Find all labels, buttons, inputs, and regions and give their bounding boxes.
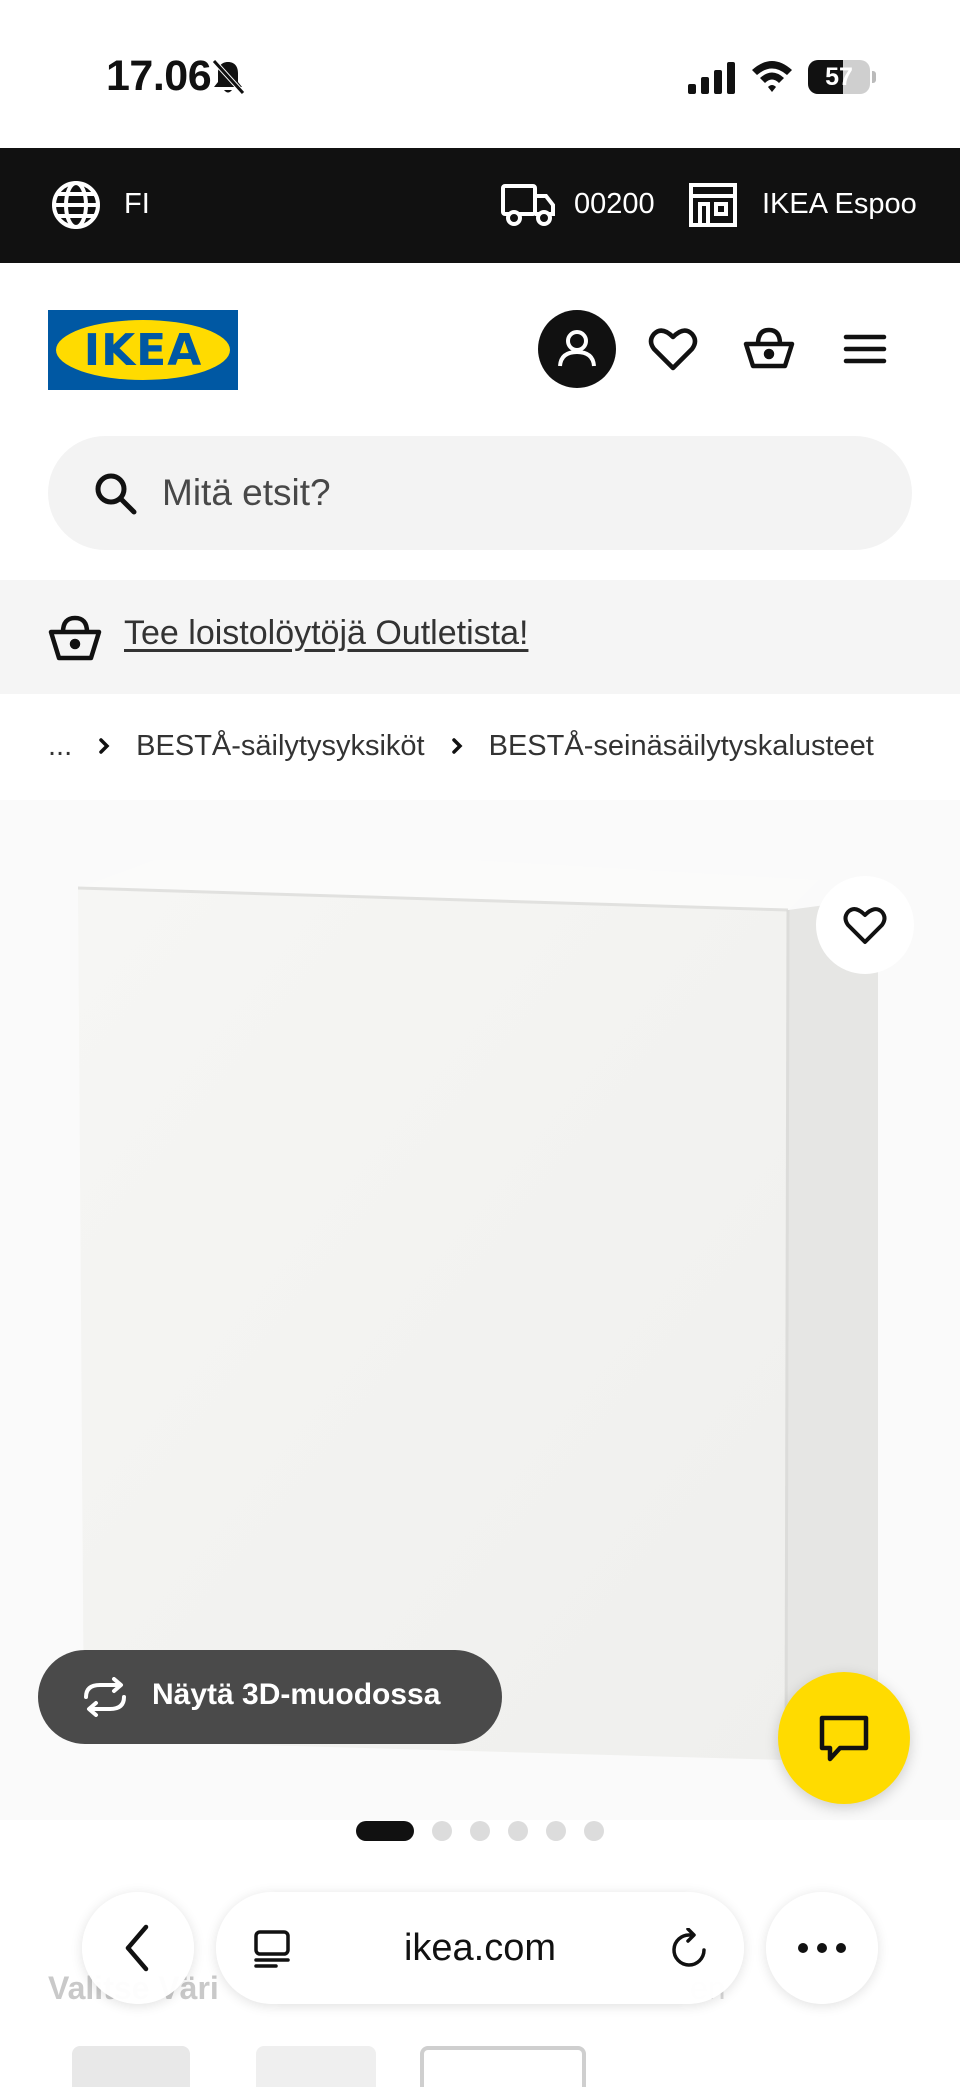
ellipsis-icon <box>798 1943 846 1953</box>
top-utility-bar: FI 00200 IKEA Espoo <box>0 148 960 263</box>
language-selector[interactable]: FI <box>124 188 150 221</box>
pagination-dot[interactable] <box>470 1821 490 1841</box>
status-time: 17.06 <box>106 52 212 100</box>
color-swatch-selected[interactable] <box>420 2046 586 2087</box>
ikea-logo[interactable]: IKEA <box>48 310 238 390</box>
truck-icon[interactable] <box>500 182 556 228</box>
store-selector[interactable]: IKEA Espoo <box>762 188 917 221</box>
battery-indicator: 57 <box>808 60 876 94</box>
browser-more-button[interactable] <box>766 1892 878 2004</box>
pagination-dot-active[interactable] <box>356 1821 414 1841</box>
url-text[interactable]: ikea.com <box>216 1892 744 2004</box>
breadcrumb: ... BESTÅ-säilytysyksiköt BESTÅ-seinäsäi… <box>48 726 874 766</box>
heart-icon[interactable] <box>646 322 700 376</box>
chevron-right-icon <box>451 738 463 754</box>
cellular-signal-icon <box>688 62 735 94</box>
wifi-icon <box>752 61 792 92</box>
heart-icon <box>843 907 887 944</box>
product-image-cabinet[interactable] <box>78 860 882 1760</box>
breadcrumb-item-besta-seinasailytyskalusteet[interactable]: BESTÅ-seinäsäilytyskalusteet <box>489 730 874 763</box>
account-icon <box>558 330 596 367</box>
outlet-link[interactable]: Tee loistolöytöjä Outletista! <box>124 614 528 653</box>
globe-icon[interactable] <box>50 179 102 231</box>
breadcrumb-item-besta-sailytysyksikot[interactable]: BESTÅ-säilytysyksiköt <box>136 730 424 763</box>
chevron-right-icon <box>99 738 110 754</box>
view-3d-button[interactable]: Näytä 3D-muodossa <box>38 1650 502 1744</box>
browser-address-bar[interactable]: ikea.com <box>216 1892 744 2004</box>
bell-off-icon <box>212 59 245 95</box>
reload-icon[interactable] <box>670 1928 710 1970</box>
store-icon[interactable] <box>688 182 738 228</box>
postal-code-selector[interactable]: 00200 <box>574 188 655 221</box>
chevron-left-icon <box>125 1924 149 1972</box>
search-bar[interactable] <box>48 436 912 550</box>
rotate-3d-icon <box>84 1677 126 1717</box>
add-to-favourites-button[interactable] <box>816 876 914 974</box>
pagination-dot[interactable] <box>584 1821 604 1841</box>
logo-text: IKEA <box>83 325 203 376</box>
outlet-banner: Tee loistolöytöjä Outletista! <box>0 580 960 694</box>
view-3d-label: Näytä 3D-muodossa <box>152 1678 441 1711</box>
basket-icon[interactable] <box>742 322 796 376</box>
account-button[interactable] <box>538 310 616 388</box>
pagination-dot[interactable] <box>546 1821 566 1841</box>
search-input[interactable] <box>162 436 862 550</box>
status-bar: 17.06 57 <box>0 0 960 148</box>
battery-level-text: 57 <box>825 63 853 91</box>
pagination-dot[interactable] <box>508 1821 528 1841</box>
pagination-dot[interactable] <box>432 1821 452 1841</box>
chat-icon <box>819 1715 869 1762</box>
color-swatch[interactable] <box>72 2046 190 2087</box>
chat-button[interactable] <box>778 1672 910 1804</box>
hamburger-menu-icon[interactable] <box>838 322 892 376</box>
breadcrumb-ellipsis[interactable]: ... <box>48 730 72 763</box>
basket-icon <box>48 615 102 661</box>
search-icon[interactable] <box>92 470 138 516</box>
color-swatch[interactable] <box>256 2046 376 2087</box>
browser-back-button[interactable] <box>82 1892 194 2004</box>
